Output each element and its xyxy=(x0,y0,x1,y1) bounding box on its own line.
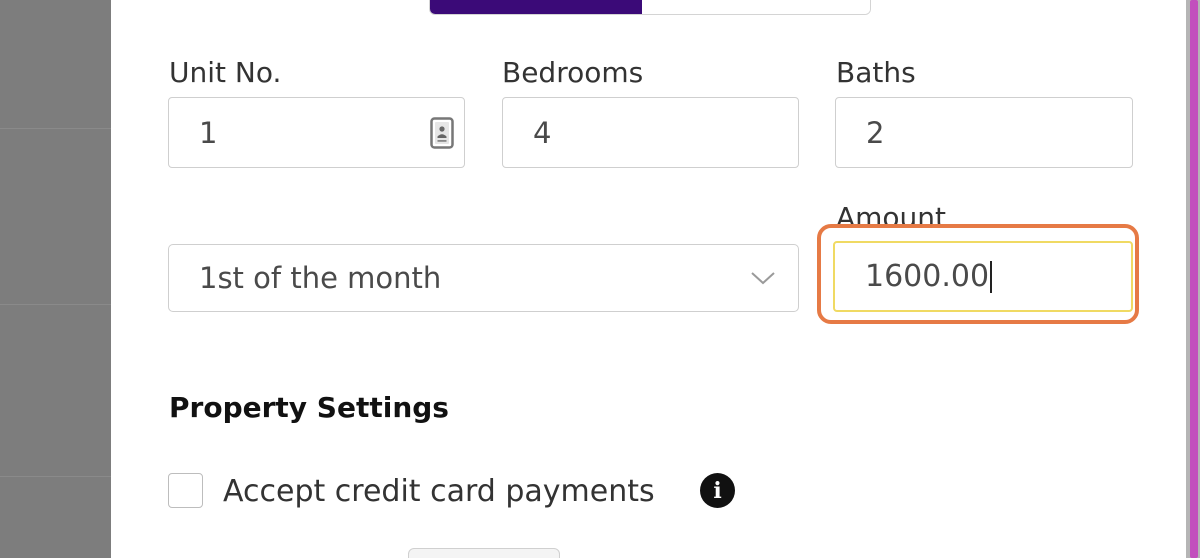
unit-no-value: 1 xyxy=(199,115,218,150)
accept-credit-card-checkbox[interactable] xyxy=(168,473,203,508)
page-scrollbar[interactable] xyxy=(1190,0,1198,558)
text-caret xyxy=(990,260,993,293)
backdrop-overlay xyxy=(0,0,111,558)
backdrop-divider xyxy=(0,304,111,305)
toggle-segment-active[interactable] xyxy=(430,0,642,14)
baths-label: Baths xyxy=(836,56,916,89)
chevron-down-icon xyxy=(751,272,775,285)
bedrooms-label: Bedrooms xyxy=(502,56,644,89)
backdrop-divider xyxy=(0,476,111,477)
toggle-segment-inactive[interactable] xyxy=(642,0,870,14)
accept-credit-card-label[interactable]: Accept credit card payments xyxy=(223,473,655,511)
unit-no-input[interactable]: 1 xyxy=(168,97,465,168)
property-settings-heading: Property Settings xyxy=(169,391,449,424)
amount-value: 1600.00 xyxy=(865,259,990,294)
unit-no-label: Unit No. xyxy=(169,56,282,89)
backdrop-divider xyxy=(0,128,111,129)
screen: Unit No. 1 Bedrooms 4 Baths 2 1st of the… xyxy=(0,0,1200,558)
info-icon-glyph: i xyxy=(713,477,722,504)
baths-input[interactable]: 2 xyxy=(835,97,1133,168)
bedrooms-value: 4 xyxy=(533,115,552,150)
property-type-toggle[interactable] xyxy=(429,0,871,15)
bedrooms-input[interactable]: 4 xyxy=(502,97,799,168)
bottom-button[interactable] xyxy=(408,548,560,558)
due-day-select[interactable]: 1st of the month xyxy=(168,244,799,312)
due-day-selected-value: 1st of the month xyxy=(199,261,442,295)
amount-input[interactable]: 1600.00 xyxy=(833,241,1133,312)
baths-value: 2 xyxy=(866,115,885,150)
info-icon[interactable]: i xyxy=(700,473,735,508)
contact-card-icon[interactable] xyxy=(430,116,454,149)
